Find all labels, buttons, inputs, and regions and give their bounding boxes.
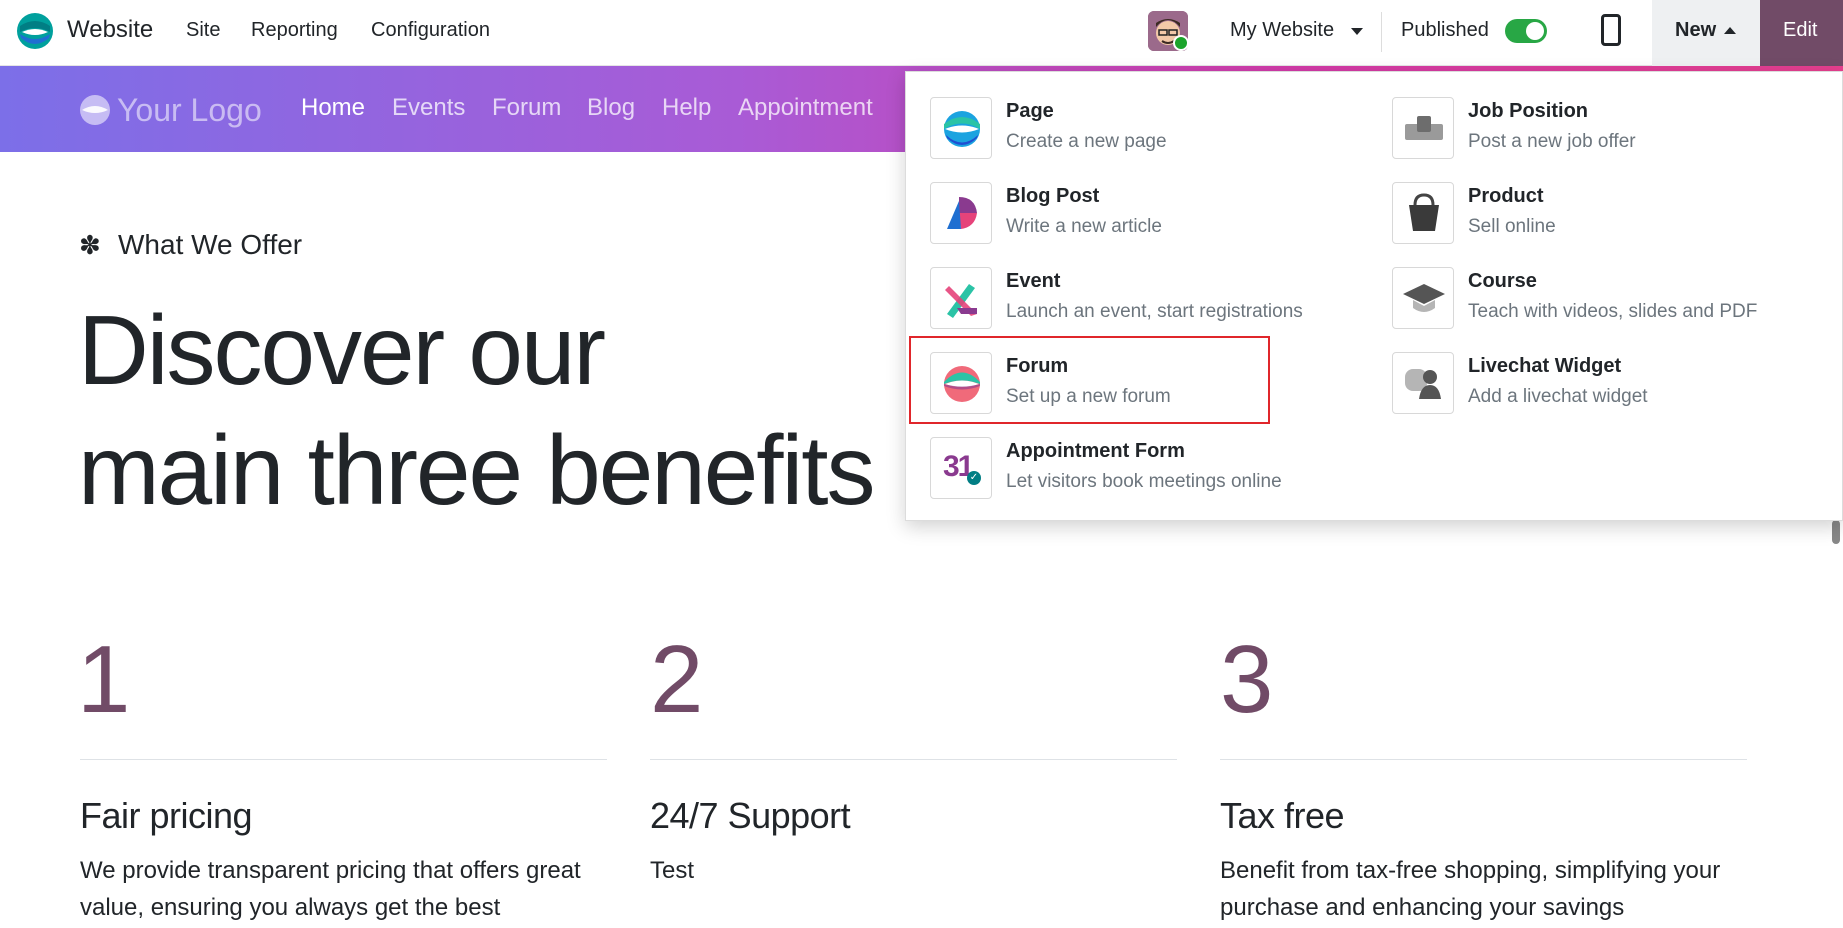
job-icon	[1392, 97, 1454, 159]
item-title: Job Position	[1468, 100, 1588, 122]
site-nav-help[interactable]: Help	[662, 94, 711, 122]
benefit-text: We provide transparent pricing that offe…	[80, 857, 581, 921]
menu-site[interactable]: Site	[186, 19, 220, 42]
item-subtitle: Write a new article	[1006, 216, 1162, 237]
item-subtitle: Let visitors book meetings online	[1006, 471, 1282, 492]
shopping-bag-icon	[1392, 182, 1454, 244]
benefit-number: 1	[77, 626, 131, 733]
hero-line-1: Discover our	[78, 295, 606, 405]
website-selector[interactable]: My Website	[1230, 19, 1334, 42]
edit-button[interactable]: Edit	[1760, 0, 1843, 66]
new-page-item[interactable]: Page Create a new page	[930, 97, 1360, 173]
edit-button-label: Edit	[1783, 19, 1818, 41]
benefit-title: 24/7 Support	[650, 795, 851, 836]
item-title: Appointment Form	[1006, 440, 1185, 462]
site-nav-home[interactable]: Home	[301, 94, 365, 122]
published-toggle[interactable]	[1505, 19, 1547, 43]
new-button[interactable]: New	[1652, 0, 1760, 66]
forum-highlight-box	[909, 336, 1270, 424]
appointment-icon: 31 ✓	[930, 437, 992, 499]
benefit-text: Benefit from tax-free shopping, simplify…	[1220, 857, 1721, 921]
benefit-number: 2	[650, 626, 704, 733]
livechat-icon	[1392, 352, 1454, 414]
blog-icon	[930, 182, 992, 244]
item-title: Course	[1468, 270, 1537, 292]
new-livechat-widget-item[interactable]: Livechat Widget Add a livechat widget	[1392, 352, 1822, 428]
event-icon	[930, 267, 992, 329]
item-subtitle: Teach with videos, slides and PDF	[1468, 301, 1758, 322]
divider	[80, 759, 607, 760]
divider	[1220, 759, 1747, 760]
page-icon	[930, 97, 992, 159]
item-title: Page	[1006, 100, 1054, 122]
hero-line-2: main three benefits	[78, 415, 875, 525]
item-title: Product	[1468, 185, 1544, 207]
site-logo-icon	[80, 95, 110, 125]
new-content-menu: Page Create a new page Blog Post Write a…	[905, 71, 1843, 521]
flower-icon: ✽	[79, 230, 101, 260]
top-navbar: Website Site Reporting Configuration My …	[0, 0, 1843, 66]
new-course-item[interactable]: Course Teach with videos, slides and PDF	[1392, 267, 1822, 343]
site-nav-appointment[interactable]: Appointment	[738, 94, 873, 122]
mobile-preview-icon[interactable]	[1601, 14, 1621, 46]
site-logo[interactable]: Your Logo	[117, 92, 262, 129]
benefit-text: Test	[650, 857, 695, 884]
published-label: Published	[1401, 19, 1489, 41]
section-eyebrow: What We Offer	[118, 229, 303, 260]
chevron-down-icon[interactable]	[1351, 28, 1363, 35]
item-subtitle: Create a new page	[1006, 131, 1167, 152]
item-subtitle: Launch an event, start registrations	[1006, 301, 1303, 322]
toggle-knob	[1526, 22, 1544, 40]
item-subtitle: Add a livechat widget	[1468, 386, 1648, 407]
app-name[interactable]: Website	[67, 16, 153, 44]
item-subtitle: Post a new job offer	[1468, 131, 1636, 152]
graduation-cap-icon	[1392, 267, 1454, 329]
item-title: Livechat Widget	[1468, 355, 1622, 377]
divider	[650, 759, 1177, 760]
new-event-item[interactable]: Event Launch an event, start registratio…	[930, 267, 1360, 343]
item-title: Blog Post	[1006, 185, 1100, 207]
new-product-item[interactable]: Product Sell online	[1392, 182, 1822, 258]
item-subtitle: Sell online	[1468, 216, 1556, 237]
benefit-number: 3	[1220, 626, 1274, 733]
new-job-position-item[interactable]: Job Position Post a new job offer	[1392, 97, 1822, 173]
divider	[1381, 12, 1382, 52]
new-button-label: New	[1675, 19, 1717, 41]
item-title: Event	[1006, 270, 1061, 292]
new-blog-post-item[interactable]: Blog Post Write a new article	[930, 182, 1360, 258]
menu-configuration[interactable]: Configuration	[371, 19, 490, 42]
website-app-icon[interactable]	[16, 12, 54, 50]
online-status-dot	[1173, 35, 1189, 51]
scrollbar-thumb[interactable]	[1832, 520, 1840, 544]
benefit-title: Tax free	[1220, 795, 1345, 836]
site-nav-blog[interactable]: Blog	[587, 94, 635, 122]
site-nav-events[interactable]: Events	[392, 94, 465, 122]
hero-heading: Discover our main three benefits	[78, 290, 875, 530]
check-icon: ✓	[967, 471, 981, 485]
site-nav-forum[interactable]: Forum	[492, 94, 561, 122]
benefit-title: Fair pricing	[80, 795, 253, 836]
menu-reporting[interactable]: Reporting	[251, 19, 338, 42]
chevron-up-icon	[1724, 27, 1736, 34]
new-appointment-form-item[interactable]: 31 ✓ Appointment Form Let visitors book …	[930, 437, 1360, 513]
